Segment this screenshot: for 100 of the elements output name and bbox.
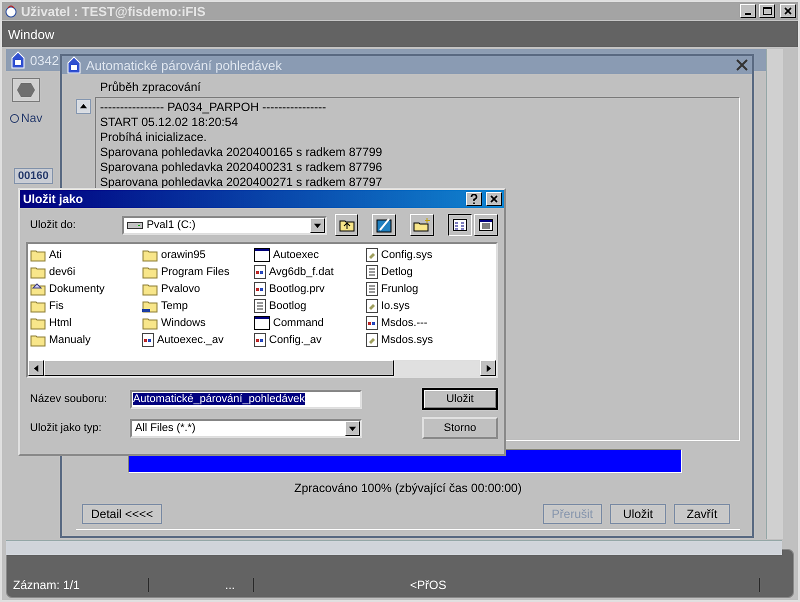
status-text: Záznam: 1/1	[13, 578, 149, 592]
folder-icon	[30, 248, 46, 262]
file-item[interactable]: Windows	[142, 314, 254, 331]
new-folder-icon	[413, 218, 432, 232]
exit-icon[interactable]	[12, 78, 40, 102]
file-item[interactable]: Dokumenty	[30, 280, 142, 297]
shared-folder-icon	[30, 282, 46, 296]
text-file-icon	[254, 298, 266, 312]
desktop-button[interactable]	[372, 214, 396, 236]
maximize-button[interactable]	[759, 4, 775, 18]
new-folder-button[interactable]	[410, 214, 434, 236]
window-title: Uživatel : TEST@fisdemo:iFIS	[21, 4, 207, 18]
section-label: Průběh zpracování	[100, 80, 202, 94]
record-number: 00160	[14, 168, 53, 184]
file-item[interactable]: Autoexec	[254, 246, 366, 263]
file-item[interactable]: Pvalovo	[142, 280, 254, 297]
app-icon	[4, 4, 18, 18]
folder-icon	[142, 316, 158, 330]
close-icon	[784, 7, 792, 15]
list-view-button[interactable]	[448, 214, 472, 236]
file-item[interactable]: Html	[30, 314, 142, 331]
file-item[interactable]: Frunlog	[366, 280, 478, 297]
file-type-dropdown[interactable]: All Files (*.*)	[130, 418, 362, 438]
program-window-icon	[254, 248, 270, 262]
file-item[interactable]: Msdos.sys	[366, 331, 478, 348]
vertical-scrollbar[interactable]	[766, 49, 783, 539]
file-icon	[254, 264, 266, 278]
close-icon[interactable]	[736, 59, 748, 71]
text-file-icon	[366, 264, 378, 278]
log-line: ---------------- PA034_PARPOH ----------------	[100, 100, 328, 114]
file-item[interactable]: Detlog	[366, 263, 478, 280]
text-file-icon	[366, 282, 378, 296]
file-icon	[254, 282, 266, 296]
file-item[interactable]: Command	[254, 314, 366, 331]
file-item[interactable]: Ati	[30, 246, 142, 263]
file-item[interactable]: Manualy	[30, 331, 142, 348]
file-item[interactable]: Temp	[142, 297, 254, 314]
close-button[interactable]	[780, 4, 796, 18]
program-window-icon	[254, 316, 270, 330]
field-label: Název souboru:	[29, 393, 108, 405]
dialog-button[interactable]: Uložit	[610, 504, 666, 524]
log-line: START 05.12.02 18:20:54	[100, 115, 240, 129]
log-line: Probíhá inicializace.	[100, 130, 208, 144]
up-folder-button[interactable]	[334, 214, 358, 236]
file-item[interactable]: Config._av	[254, 331, 366, 348]
help-button[interactable]	[466, 192, 482, 206]
menu-item[interactable]: Window	[8, 26, 54, 42]
right-arrow-icon	[484, 364, 492, 372]
system-file-icon	[366, 248, 378, 262]
question-mark-icon	[470, 194, 478, 204]
location-dropdown[interactable]: Pval1 (C:)	[122, 216, 327, 234]
file-item[interactable]: Autoexec._av	[142, 331, 254, 348]
window-title: 0342	[30, 52, 59, 68]
file-icon	[254, 332, 266, 346]
folder-icon	[30, 316, 46, 330]
progress-caption: Zpracováno 100% (zbývající čas 00:00:00)	[294, 481, 522, 495]
file-icon	[366, 316, 378, 330]
details-view-button[interactable]	[474, 214, 498, 236]
dropdown-arrow-icon	[349, 424, 356, 432]
close-button[interactable]	[486, 192, 502, 206]
maximize-icon	[762, 7, 772, 15]
file-item[interactable]: Bootlog.prv	[254, 280, 366, 297]
radio-button[interactable]: Nav	[10, 111, 42, 125]
desktop-icon	[376, 217, 392, 233]
field-label: Uložit do:	[29, 219, 77, 231]
file-item[interactable]: dev6i	[30, 263, 142, 280]
network-folder-icon	[142, 298, 158, 312]
file-item[interactable]: Fis	[30, 297, 142, 314]
minimize-button[interactable]	[740, 4, 756, 18]
dropdown-arrow-icon	[314, 222, 321, 228]
left-arrow-icon	[32, 364, 40, 372]
cancel-button[interactable]: Storno	[422, 417, 498, 439]
dialog-button[interactable]: Detail <<<<	[82, 504, 162, 524]
file-list[interactable]	[26, 242, 498, 378]
file-item[interactable]: Program Files	[142, 263, 254, 280]
field-label: Uložit jako typ:	[29, 422, 103, 434]
close-icon	[490, 195, 498, 203]
file-item[interactable]: Msdos.---	[366, 314, 478, 331]
horizontal-scrollbar[interactable]	[6, 540, 782, 555]
system-file-icon	[366, 332, 378, 346]
up-folder-icon	[338, 218, 354, 232]
folder-icon	[142, 282, 158, 296]
dialog-title: Automatické párování pohledávek	[86, 58, 283, 72]
file-item[interactable]: Bootlog	[254, 297, 366, 314]
file-item[interactable]: Io.sys	[366, 297, 478, 314]
filename-field[interactable]: Automatické_párování_pohledávek	[130, 390, 362, 408]
file-item[interactable]: Config.sys	[366, 246, 478, 263]
system-file-icon	[366, 298, 378, 312]
folder-icon	[30, 264, 46, 278]
scroll-up-button[interactable]	[76, 99, 91, 114]
log-line: Sparovana pohledavka 2020400231 s radkem 87796	[100, 160, 384, 174]
file-item[interactable]: Avg6db_f.dat	[254, 263, 366, 280]
log-line: Sparovana pohledavka 2020400165 s radkem 87799	[100, 145, 384, 159]
horizontal-scrollbar[interactable]	[28, 360, 496, 376]
dialog-button[interactable]: Zavřít	[674, 504, 730, 524]
file-item[interactable]: orawin95	[142, 246, 254, 263]
folder-icon	[30, 332, 46, 346]
save-button[interactable]: Uložit	[422, 388, 498, 410]
folder-icon	[30, 298, 46, 312]
log-line: Sparovana pohledavka 2020400271 s radkem 87797	[100, 175, 384, 189]
